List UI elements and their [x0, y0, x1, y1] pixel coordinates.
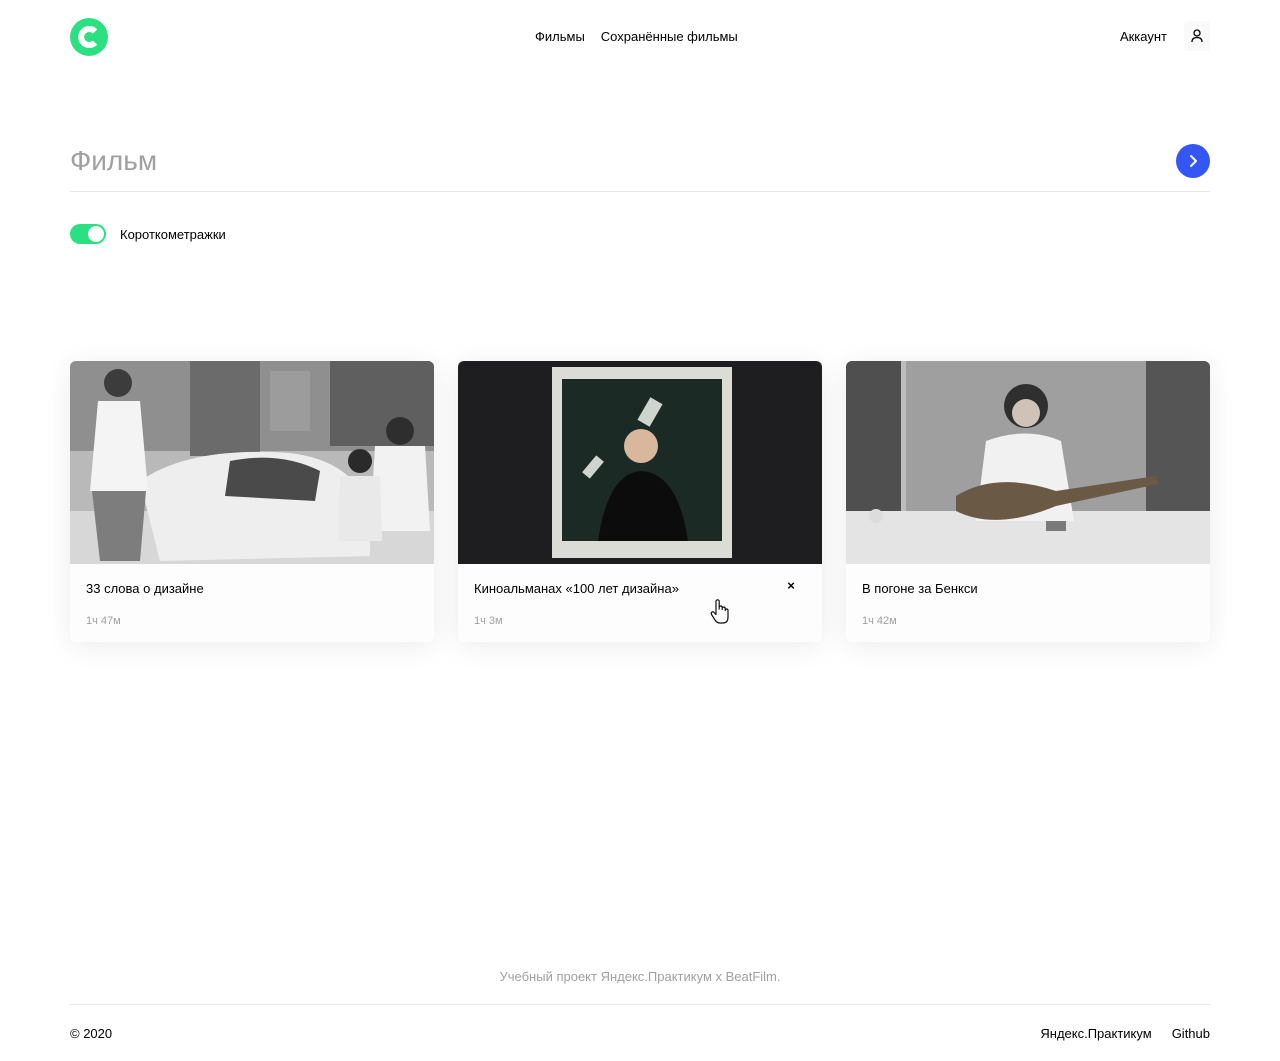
- main-nav: Фильмы Сохранённые фильмы: [535, 29, 738, 45]
- short-films-label: Короткометражки: [120, 226, 226, 242]
- footer-caption: Учебный проект Яндекс.Практикум х BeatFi…: [499, 969, 781, 984]
- account-button[interactable]: Аккаунт: [1120, 21, 1210, 51]
- polaroid-portrait-photo: [458, 361, 822, 564]
- account-label: Аккаунт: [1119, 28, 1167, 44]
- short-films-filter: Короткометражки: [70, 224, 226, 244]
- toggle-knob: [88, 226, 104, 242]
- footer-links: Яндекс.Практикум Github: [1040, 1026, 1210, 1041]
- movie-card[interactable]: 33 слова о дизайне 1ч 47м: [70, 361, 434, 642]
- short-films-toggle[interactable]: [70, 224, 106, 244]
- movies-page: Фильмы Сохранённые фильмы Аккаунт Коротк…: [0, 0, 1280, 1061]
- movie-duration: 1ч 42м: [862, 615, 897, 627]
- search-button[interactable]: [1176, 144, 1210, 178]
- search-form: [70, 140, 1210, 192]
- site-header: Фильмы Сохранённые фильмы Аккаунт: [70, 18, 1210, 56]
- footer-divider: [70, 1004, 1210, 1005]
- movie-title: В погоне за Бенкси: [862, 581, 978, 596]
- chevron-right-icon: [1190, 155, 1197, 167]
- footer-copyright: © 2020: [70, 1026, 113, 1041]
- footer-link-github[interactable]: Github: [1172, 1026, 1210, 1041]
- movie-duration: 1ч 3м: [474, 615, 503, 627]
- logo-c-icon[interactable]: [70, 18, 108, 56]
- remove-movie-button[interactable]: ×: [784, 579, 798, 593]
- movie-title: 33 слова о дизайне: [86, 581, 204, 596]
- hand-cursor-icon: [709, 598, 731, 631]
- nav-link-saved-movies[interactable]: Сохранённые фильмы: [601, 29, 738, 45]
- movie-title: Киноальманах «100 лет дизайна»: [474, 581, 679, 596]
- movies-card-list: 33 слова о дизайне 1ч 47м Киноальманах «…: [70, 361, 1210, 642]
- search-input[interactable]: [70, 140, 1150, 182]
- footer-link-yandex-practicum[interactable]: Яндекс.Практикум: [1040, 1026, 1151, 1041]
- movie-duration: 1ч 47м: [86, 615, 121, 627]
- man-with-guitar-photo: [846, 361, 1210, 564]
- movie-card[interactable]: В погоне за Бенкси 1ч 42м: [846, 361, 1210, 642]
- nav-link-movies[interactable]: Фильмы: [535, 29, 585, 45]
- user-icon: [1184, 21, 1210, 51]
- street-photographer-with-children-photo: [70, 361, 434, 564]
- movie-card[interactable]: Киноальманах «100 лет дизайна» 1ч 3м ×: [458, 361, 822, 642]
